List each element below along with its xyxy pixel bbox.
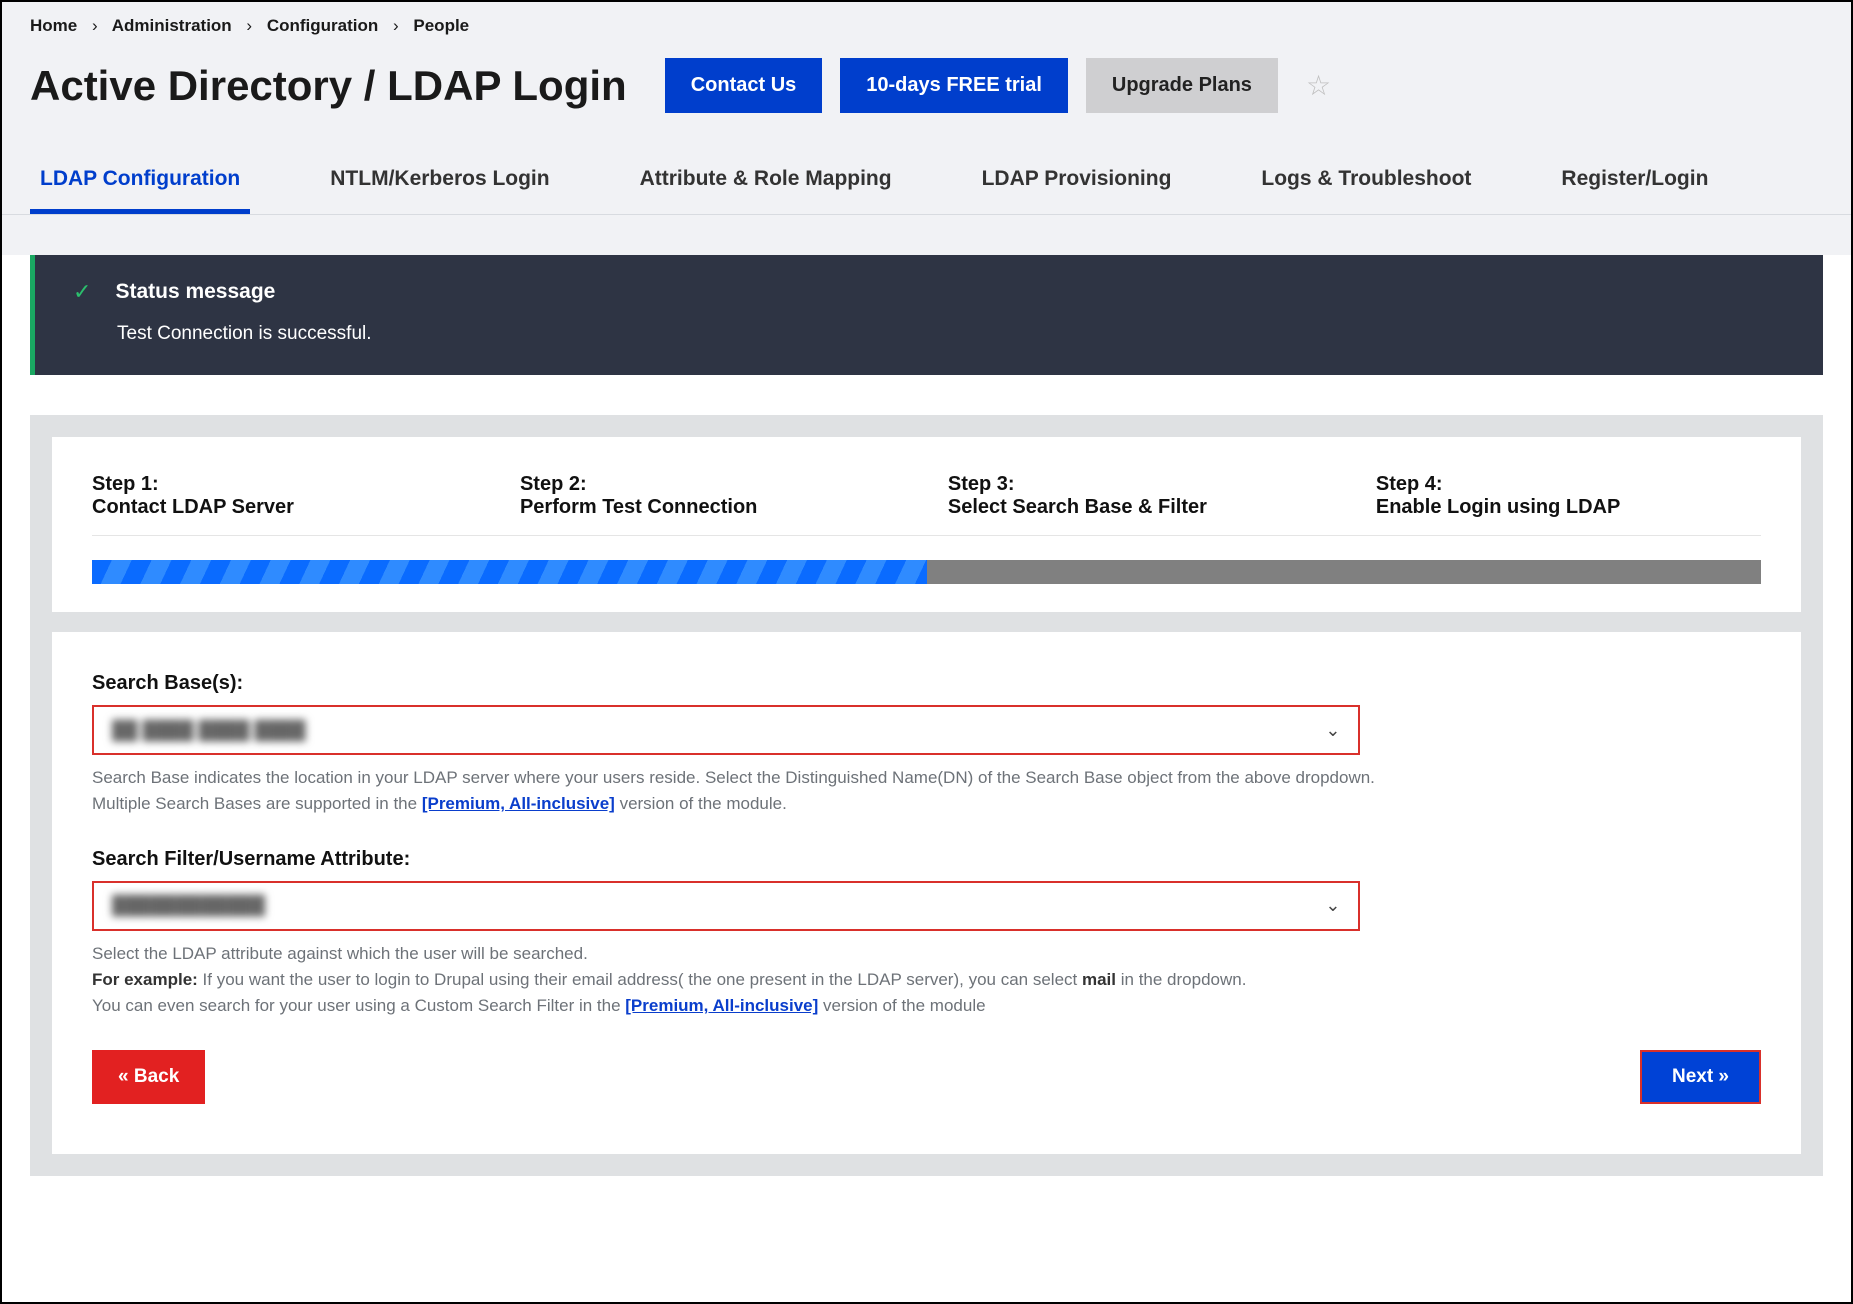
chevron-right-icon: ›	[246, 16, 252, 35]
upgrade-plans-button[interactable]: Upgrade Plans	[1086, 58, 1278, 113]
breadcrumb: Home › Administration › Configuration › …	[2, 2, 1851, 36]
step-2-desc: Perform Test Connection	[520, 496, 948, 519]
search-config-form: Search Base(s): ██ ████ ████ ████ ⌄ Sear…	[52, 632, 1801, 1154]
step-2: Step 2: Perform Test Connection	[520, 473, 948, 519]
contact-us-button[interactable]: Contact Us	[665, 58, 823, 113]
status-title: Status message	[115, 280, 275, 304]
search-filter-help-3a: You can even search for your user using …	[92, 996, 625, 1015]
step-3-desc: Select Search Base & Filter	[948, 496, 1376, 519]
search-filter-help-ex-label: For example:	[92, 970, 198, 989]
progress-done	[92, 560, 927, 584]
breadcrumb-home[interactable]: Home	[30, 16, 77, 35]
search-filter-label: Search Filter/Username Attribute:	[92, 848, 1761, 871]
search-filter-value: ████████████	[112, 895, 265, 916]
tab-logs-troubleshoot[interactable]: Logs & Troubleshoot	[1251, 153, 1481, 214]
tab-ldap-configuration[interactable]: LDAP Configuration	[30, 153, 250, 214]
status-message-text: Test Connection is successful.	[117, 323, 1785, 345]
search-filter-help-3b: version of the module	[818, 996, 985, 1015]
step-1: Step 1: Contact LDAP Server	[92, 473, 520, 519]
status-message-box: ✓ Status message Test Connection is succ…	[30, 255, 1823, 375]
breadcrumb-people[interactable]: People	[413, 16, 469, 35]
next-button[interactable]: Next »	[1640, 1050, 1761, 1104]
step-2-label: Step 2:	[520, 473, 948, 496]
search-filter-help: Select the LDAP attribute against which …	[92, 941, 1761, 1020]
progress-remaining	[927, 560, 1762, 584]
step-3-label: Step 3:	[948, 473, 1376, 496]
chevron-right-icon: ›	[393, 16, 399, 35]
search-filter-help-2d: in the dropdown.	[1116, 970, 1246, 989]
progress-bar	[92, 560, 1761, 584]
search-base-label: Search Base(s):	[92, 672, 1761, 695]
check-icon: ✓	[73, 279, 91, 305]
back-button[interactable]: « Back	[92, 1050, 205, 1104]
step-1-desc: Contact LDAP Server	[92, 496, 520, 519]
step-4-label: Step 4:	[1376, 473, 1761, 496]
steps-card: Step 1: Contact LDAP Server Step 2: Perf…	[52, 437, 1801, 612]
search-base-select[interactable]: ██ ████ ████ ████ ⌄	[92, 705, 1360, 755]
tabs-nav: LDAP Configuration NTLM/Kerberos Login A…	[2, 153, 1851, 215]
search-filter-select[interactable]: ████████████ ⌄	[92, 881, 1360, 931]
search-base-help-2b: version of the module.	[615, 794, 787, 813]
chevron-down-icon: ⌄	[1325, 720, 1340, 741]
search-filter-help-mail: mail	[1082, 970, 1116, 989]
star-icon[interactable]: ☆	[1306, 69, 1331, 102]
search-base-help-line1: Search Base indicates the location in yo…	[92, 768, 1375, 787]
search-base-help-2a: Multiple Search Bases are supported in t…	[92, 794, 422, 813]
breadcrumb-admin[interactable]: Administration	[112, 16, 232, 35]
chevron-right-icon: ›	[92, 16, 98, 35]
tab-ldap-provisioning[interactable]: LDAP Provisioning	[972, 153, 1182, 214]
step-1-label: Step 1:	[92, 473, 520, 496]
breadcrumb-config[interactable]: Configuration	[267, 16, 378, 35]
search-base-value: ██ ████ ████ ████	[112, 720, 306, 741]
step-4-desc: Enable Login using LDAP	[1376, 496, 1761, 519]
free-trial-button[interactable]: 10-days FREE trial	[840, 58, 1068, 113]
search-filter-help-2b: If you want the user to login to Drupal …	[198, 970, 1082, 989]
premium-link-2[interactable]: [Premium, All-inclusive]	[625, 996, 818, 1015]
tab-ntlm-kerberos[interactable]: NTLM/Kerberos Login	[320, 153, 559, 214]
tab-register-login[interactable]: Register/Login	[1551, 153, 1718, 214]
search-base-help: Search Base indicates the location in yo…	[92, 765, 1761, 818]
step-4: Step 4: Enable Login using LDAP	[1376, 473, 1761, 519]
page-title: Active Directory / LDAP Login	[30, 62, 627, 110]
tab-attribute-role-mapping[interactable]: Attribute & Role Mapping	[630, 153, 902, 214]
premium-link-1[interactable]: [Premium, All-inclusive]	[422, 794, 615, 813]
chevron-down-icon: ⌄	[1325, 895, 1340, 916]
search-filter-help-line1: Select the LDAP attribute against which …	[92, 944, 588, 963]
step-3: Step 3: Select Search Base & Filter	[948, 473, 1376, 519]
